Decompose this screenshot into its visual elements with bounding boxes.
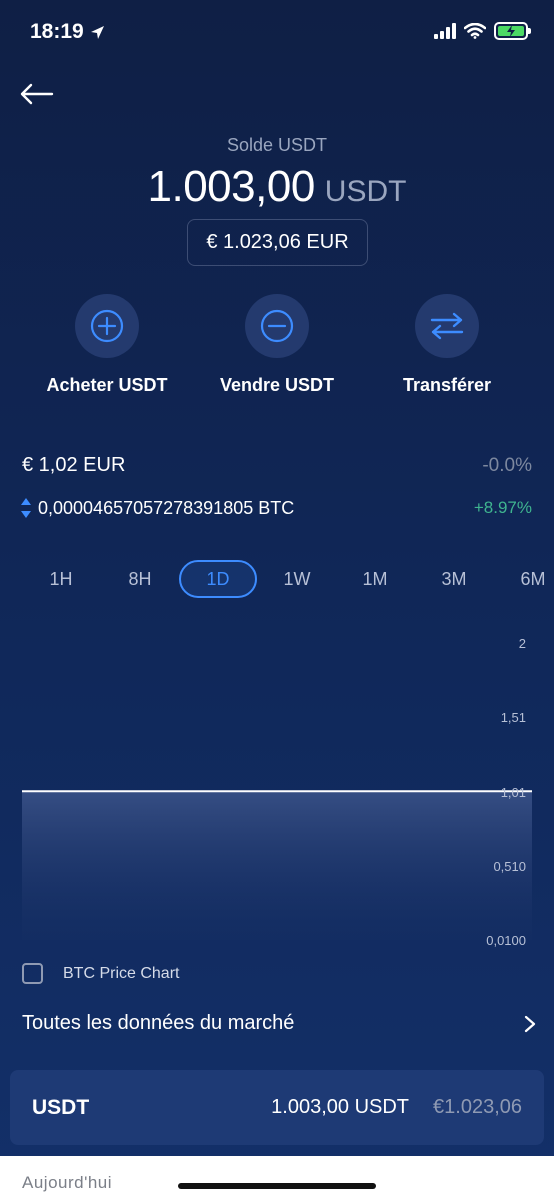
location-arrow-icon <box>90 25 104 39</box>
price-chart-svg <box>22 790 532 940</box>
market-data-label: Toutes les données du marché <box>22 1012 295 1034</box>
tab-1m[interactable]: 1M <box>336 560 414 598</box>
asset-amount: 1.003,00 USDT <box>271 1096 410 1118</box>
battery-charging-icon <box>494 22 531 40</box>
btc-chart-checkbox-label: BTC Price Chart <box>63 964 180 982</box>
y-tick-label: 0,0100 <box>486 933 526 948</box>
transfer-arrows-icon <box>430 312 464 340</box>
transfer-label: Transférer <box>402 375 492 395</box>
wifi-icon <box>464 23 486 39</box>
status-bar-time: 18:19 <box>30 20 105 44</box>
btc-chart-checkbox[interactable] <box>22 963 43 984</box>
btc-price-row[interactable]: 0,00004657057278391805 BTC <box>20 497 294 519</box>
buy-icon-circle <box>75 294 139 358</box>
tab-1d[interactable]: 1D <box>179 560 257 598</box>
chart-area-fill <box>22 791 532 940</box>
sell-usdt-button[interactable]: Vendre USDT <box>192 294 362 396</box>
balance-amount: 1.003,00 <box>147 162 316 211</box>
btc-change: +8.97% <box>473 498 532 517</box>
tab-1w[interactable]: 1W <box>258 560 336 598</box>
y-tick-label: 2 <box>518 636 526 651</box>
chevron-right-icon <box>524 1015 536 1032</box>
btc-price-chart-toggle[interactable]: BTC Price Chart <box>22 963 179 984</box>
time-range-tabs: 1H 8H 1D 1W 1M 3M 6M <box>0 560 554 600</box>
cellular-signal-icon <box>434 23 456 39</box>
swap-updown-icon <box>21 498 31 518</box>
market-data-link[interactable]: Toutes les données du marché <box>22 1012 536 1035</box>
btc-price: 0,00004657057278391805 BTC <box>38 497 295 518</box>
clock-text: 18:19 <box>30 20 84 43</box>
asset-fiat-value: €1.023,06 <box>433 1096 522 1118</box>
price-change-eur: -0.0% <box>482 455 532 476</box>
sell-icon-circle <box>245 294 309 358</box>
asset-holding-card[interactable]: USDT 1.003,00 USDT €1.023,06 <box>10 1070 544 1145</box>
tab-1h[interactable]: 1H <box>22 560 100 598</box>
minus-circle-icon <box>260 309 294 343</box>
y-tick-label: 1,51 <box>500 710 526 725</box>
price-eur: € 1,02 EUR <box>22 454 126 476</box>
balance-label: Solde USDT <box>226 135 328 155</box>
balance-unit: USDT <box>324 175 407 208</box>
today-section-label: Aujourd'hui <box>22 1173 113 1192</box>
plus-circle-icon <box>90 309 124 343</box>
tab-6m[interactable]: 6M <box>494 560 554 598</box>
y-tick-label: 0,510 <box>493 859 526 874</box>
balance-row: 1.003,00 USDT <box>0 162 554 212</box>
fiat-value-pill[interactable]: € 1.023,06 EUR <box>187 219 368 266</box>
price-chart[interactable]: 2 1,51 1,01 0,510 0,0100 <box>0 620 554 960</box>
tab-3m[interactable]: 3M <box>415 560 493 598</box>
sell-usdt-label: Vendre USDT <box>219 375 335 395</box>
buy-usdt-button[interactable]: Acheter USDT <box>22 294 192 396</box>
transfer-button[interactable]: Transférer <box>362 294 532 396</box>
home-indicator[interactable] <box>178 1183 376 1189</box>
asset-name: USDT <box>32 1095 90 1119</box>
buy-usdt-label: Acheter USDT <box>46 375 168 395</box>
y-tick-label: 1,01 <box>500 785 526 800</box>
tab-8h[interactable]: 8H <box>101 560 179 598</box>
back-button[interactable] <box>18 76 58 112</box>
status-bar-icons <box>434 22 531 40</box>
arrow-left-icon <box>20 83 54 105</box>
transfer-icon-circle <box>415 294 479 358</box>
